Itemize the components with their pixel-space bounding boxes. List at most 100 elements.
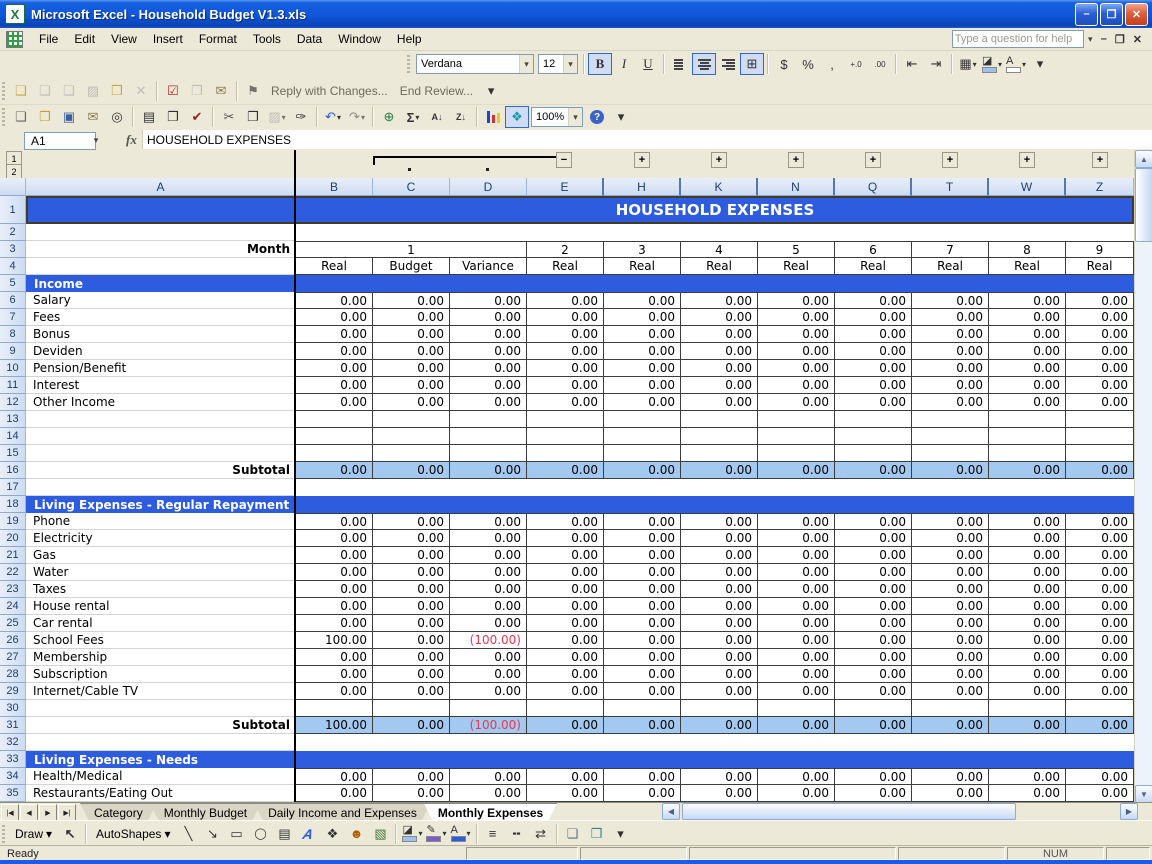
previous-comment-icon[interactable]: ❑ <box>33 80 57 102</box>
cell-value[interactable]: 0.00 <box>373 564 450 581</box>
chevron-down-icon[interactable]: ▾ <box>568 108 582 126</box>
cell-value[interactable]: 0.00 <box>527 666 604 683</box>
cell-value[interactable]: 0.00 <box>835 292 912 309</box>
cell-value[interactable]: 0.00 <box>450 292 527 309</box>
cell-month[interactable]: 2 <box>527 241 604 258</box>
cell-value[interactable]: 0.00 <box>912 309 989 326</box>
row-header-34[interactable]: 34 <box>0 768 26 785</box>
cell-value[interactable]: 0.00 <box>758 530 835 547</box>
cell-label[interactable]: Car rental <box>26 615 296 632</box>
toolbar-grip[interactable] <box>2 824 5 843</box>
cell-value[interactable]: 0.00 <box>681 394 758 411</box>
cell[interactable] <box>989 700 1066 717</box>
column-header-W[interactable]: W <box>989 178 1066 196</box>
cell-value[interactable]: 0.00 <box>835 530 912 547</box>
cell-value[interactable]: 0.00 <box>758 326 835 343</box>
cell-value[interactable]: 0.00 <box>835 632 912 649</box>
toolbar-grip[interactable] <box>2 108 5 126</box>
cell[interactable] <box>912 445 989 462</box>
row-header-11[interactable]: 11 <box>0 377 26 394</box>
cell-value[interactable]: 0.00 <box>296 530 373 547</box>
insert-picture-icon[interactable]: ▧ <box>368 823 392 845</box>
cell-value-header[interactable]: Real <box>912 258 989 275</box>
chevron-down-icon[interactable]: ▾ <box>415 113 419 122</box>
line-color-icon[interactable]: ✎ ▾ <box>424 823 448 845</box>
cell-value[interactable]: 0.00 <box>681 530 758 547</box>
row-header-2[interactable]: 2 <box>0 224 26 241</box>
toolbar-options-icon[interactable]: ▾ <box>609 106 633 128</box>
autoshapes-menu-button[interactable]: AutoShapes ▾ <box>90 827 176 841</box>
cell[interactable] <box>1066 411 1134 428</box>
cell-label[interactable]: Bonus <box>26 326 296 343</box>
expand-group-button[interactable]: + <box>711 152 727 168</box>
cell-value[interactable]: 0.00 <box>450 530 527 547</box>
cell-value[interactable]: 0.00 <box>681 513 758 530</box>
cell-value[interactable]: 0.00 <box>758 360 835 377</box>
cell-label[interactable]: Restaurants/Eating Out <box>26 785 296 802</box>
cell-value[interactable]: 0.00 <box>758 343 835 360</box>
cell[interactable] <box>1066 428 1134 445</box>
cell[interactable] <box>604 445 681 462</box>
cell-label[interactable]: Salary <box>26 292 296 309</box>
text-box-icon[interactable]: ▤ <box>272 823 296 845</box>
insert-hyperlink-icon[interactable]: ⊕ <box>377 106 401 128</box>
row-header-33[interactable]: 33 <box>0 751 26 768</box>
chevron-down-icon[interactable]: ▾ <box>467 829 471 838</box>
paste-icon[interactable]: ▨ ▾ <box>265 106 289 128</box>
cell-value[interactable]: 0.00 <box>912 377 989 394</box>
cell-value[interactable]: 0.00 <box>604 666 681 683</box>
row-header-20[interactable]: 20 <box>0 530 26 547</box>
horizontal-scroll-thumb[interactable] <box>682 803 1016 820</box>
drawing-icon[interactable]: ❖ <box>505 106 529 128</box>
menu-help[interactable]: Help <box>389 29 430 49</box>
cell-value[interactable]: 0.00 <box>296 581 373 598</box>
row-header-3[interactable]: 3 <box>0 241 26 258</box>
excel-app-icon[interactable]: X <box>5 4 25 24</box>
cell-value[interactable]: 0.00 <box>296 615 373 632</box>
reply-flag-icon[interactable]: ⚑ <box>241 80 265 102</box>
fill-color-icon[interactable]: ◪ ▾ <box>980 53 1004 75</box>
cell-month[interactable]: 6 <box>835 241 912 258</box>
cell[interactable] <box>26 224 296 241</box>
cell[interactable] <box>527 411 604 428</box>
cell-value[interactable]: 0.00 <box>681 632 758 649</box>
cell-value[interactable]: 0.00 <box>604 513 681 530</box>
column-header-A[interactable]: A <box>26 178 296 196</box>
cell-value[interactable]: 0.00 <box>296 394 373 411</box>
next-comment-icon[interactable]: ❑ <box>57 80 81 102</box>
cell-value[interactable]: 0.00 <box>373 360 450 377</box>
cell-label[interactable]: Gas <box>26 547 296 564</box>
line-style-icon[interactable]: ≡ <box>481 823 505 845</box>
cell-label[interactable]: Subscription <box>26 666 296 683</box>
cell-value[interactable]: 0.00 <box>296 768 373 785</box>
cell-value[interactable]: 0.00 <box>527 513 604 530</box>
cell-value[interactable]: 0.00 <box>681 309 758 326</box>
cell-value[interactable]: 0.00 <box>604 615 681 632</box>
cell[interactable] <box>296 445 373 462</box>
cell-value[interactable]: 0.00 <box>527 292 604 309</box>
row-header-28[interactable]: 28 <box>0 666 26 683</box>
dash-style-icon[interactable]: ╍ <box>505 823 529 845</box>
cell-value[interactable]: 0.00 <box>1066 377 1134 394</box>
draw-menu-button[interactable]: Draw ▾ <box>9 827 58 841</box>
cell-value[interactable]: 0.00 <box>527 632 604 649</box>
column-header-N[interactable]: N <box>758 178 835 196</box>
cell-value[interactable]: 0.00 <box>450 547 527 564</box>
chevron-down-icon[interactable]: ▾ <box>1084 30 1097 48</box>
cell-value[interactable]: 0.00 <box>758 309 835 326</box>
cell-value[interactable]: 0.00 <box>1066 547 1134 564</box>
row-header-23[interactable]: 23 <box>0 581 26 598</box>
cell-value[interactable]: 0.00 <box>681 666 758 683</box>
cell-value[interactable]: 0.00 <box>373 394 450 411</box>
send-mail-icon[interactable]: ✉ <box>209 80 233 102</box>
search-icon[interactable]: ◎ <box>105 106 129 128</box>
cell-value[interactable]: 0.00 <box>835 326 912 343</box>
wordart-icon[interactable]: A <box>296 823 320 845</box>
cell-label[interactable]: Subtotal <box>26 462 296 479</box>
cell-value[interactable]: 0.00 <box>527 360 604 377</box>
expand-group-button[interactable]: + <box>942 152 958 168</box>
cell-value[interactable]: 0.00 <box>373 530 450 547</box>
cell-month[interactable]: 3 <box>604 241 681 258</box>
cell-value[interactable]: 0.00 <box>527 598 604 615</box>
cell-month[interactable]: 1 <box>296 241 527 258</box>
